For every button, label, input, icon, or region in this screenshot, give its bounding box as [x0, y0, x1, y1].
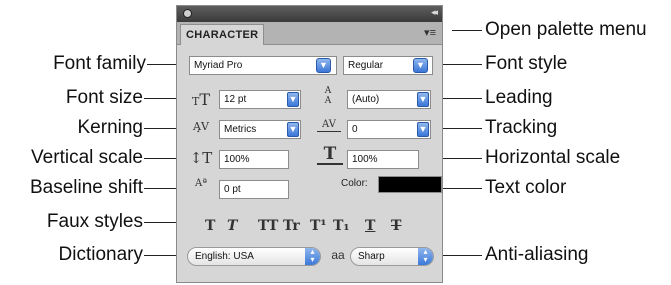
callout-vertical-scale: Vertical scale	[31, 147, 143, 168]
callout-anti-aliasing: Anti-aliasing	[485, 244, 589, 265]
tracking-dropdown-button[interactable]: ▼	[417, 122, 429, 137]
small-caps-button[interactable]: Tr	[283, 218, 300, 234]
horizontal-scale-field[interactable]: 100%	[347, 150, 419, 169]
character-panel: ◂◂ CHARACTER ▾≡ Myriad Pro ▼ Regular ▼ T…	[176, 5, 443, 283]
collapse-icon[interactable]: ◂◂	[431, 7, 438, 18]
palette-menu-icon[interactable]: ▾≡	[424, 26, 436, 39]
callout-kerning: Kerning	[77, 117, 144, 138]
callout-font-family: Font family	[53, 53, 146, 74]
callout-baseline-shift: Baseline shift	[29, 177, 143, 198]
superscript-button[interactable]: T¹	[310, 218, 327, 234]
baseline-shift-icon: Aª	[195, 178, 207, 189]
tracking-icon: AV	[317, 119, 341, 132]
horizontal-scale-icon: T	[317, 146, 343, 165]
callout-text-color: Text color	[485, 177, 567, 198]
color-label: Color:	[341, 178, 368, 189]
leader-line	[443, 188, 482, 189]
underline-button[interactable]: T	[365, 218, 375, 234]
panel-title-bar: ◂◂	[177, 6, 442, 22]
leader-line	[440, 255, 482, 256]
font-size-icon: TT	[191, 90, 210, 109]
dictionary-select[interactable]: English: USA	[187, 247, 321, 266]
leader-line	[452, 30, 482, 31]
callout-dictionary: Dictionary	[58, 244, 143, 265]
close-icon[interactable]	[183, 9, 192, 18]
callout-font-size: Font size	[65, 87, 143, 108]
panel-tab-bar: CHARACTER ▾≡	[177, 22, 442, 45]
callout-font-style: Font style	[485, 53, 568, 74]
callout-leading: Leading	[485, 87, 553, 108]
tab-character[interactable]: CHARACTER	[180, 24, 264, 45]
anti-alias-icon: aa	[331, 248, 345, 262]
all-caps-button[interactable]: TT	[258, 218, 278, 234]
callout-horizontal-scale: Horizontal scale	[485, 147, 621, 168]
subscript-button[interactable]: T₁	[333, 218, 350, 234]
faux-italic-button[interactable]: T	[227, 218, 237, 234]
vertical-scale-field[interactable]: 100%	[219, 150, 289, 169]
baseline-shift-field[interactable]: 0 pt	[219, 180, 289, 199]
text-color-swatch[interactable]	[378, 176, 442, 193]
callout-tracking: Tracking	[485, 117, 558, 138]
kerning-dropdown-button[interactable]: ▼	[287, 122, 299, 137]
leading-dropdown-button[interactable]: ▼	[417, 92, 429, 107]
font-family-dropdown-button[interactable]: ▼	[316, 58, 331, 73]
callout-faux-styles: Faux styles	[46, 211, 143, 232]
font-style-dropdown-button[interactable]: ▼	[413, 58, 428, 73]
kerning-icon: A̧V	[193, 120, 209, 133]
vertical-scale-icon: ↕T	[189, 149, 213, 167]
callout-open-palette-menu: Open palette menu	[485, 19, 647, 40]
font-family-field[interactable]: Myriad Pro	[189, 56, 337, 75]
strikethrough-button[interactable]: T	[391, 218, 401, 234]
font-size-dropdown-button[interactable]: ▼	[287, 92, 299, 107]
leading-icon: AA	[324, 86, 332, 106]
faux-bold-button[interactable]: T	[205, 218, 215, 234]
